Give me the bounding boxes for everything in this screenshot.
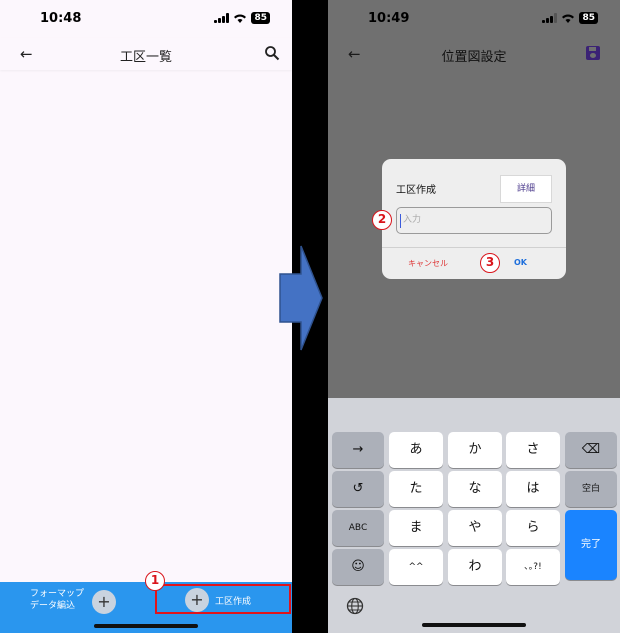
key-ha[interactable]: は [506, 471, 560, 507]
phone-right-screen: 10:49 85 ← 位置図設定 工区作成 詳細 入力 キャンセル OK 2 3… [328, 0, 620, 633]
undo-icon[interactable]: ↺ [332, 471, 384, 507]
status-bar: 10:48 85 [0, 0, 292, 36]
home-indicator [94, 624, 198, 628]
home-indicator [422, 623, 526, 627]
key-na[interactable]: な [448, 471, 502, 507]
key-kana-modifier[interactable]: ^^ [389, 549, 443, 585]
signal-icon [542, 13, 558, 23]
dialog-divider [382, 247, 566, 248]
abc-key[interactable]: ABC [332, 510, 384, 546]
create-area-label: 工区作成 [215, 597, 252, 607]
key-wa[interactable]: わ [448, 549, 502, 585]
transition-arrow-icon [279, 245, 323, 351]
done-key[interactable]: 完了 [565, 510, 617, 580]
save-icon[interactable] [586, 46, 600, 60]
import-data-button[interactable]: フォーマップ データ編込 + [30, 586, 150, 616]
ok-button[interactable]: OK [514, 258, 527, 267]
emoji-icon[interactable]: ☺ [332, 549, 384, 585]
status-time: 10:48 [40, 11, 82, 26]
japanese-keyboard: → あ か さ ⌫ ↺ た な は 空白 ABC ま や ら 完了 ☺ ^^ わ… [328, 398, 620, 633]
create-area-dialog: 工区作成 詳細 入力 キャンセル OK [382, 159, 566, 279]
step-badge-3: 3 [480, 253, 500, 273]
phone-left-screen: 10:48 85 ← 工区一覧 フォーマップ データ編込 + + 工区作成 1 [0, 0, 292, 633]
key-sa[interactable]: さ [506, 432, 560, 468]
plus-icon: + [92, 590, 116, 614]
app-bar: ← 位置図設定 [328, 38, 620, 70]
key-ya[interactable]: や [448, 510, 502, 546]
signal-icon [214, 13, 230, 23]
status-bar: 10:49 85 [328, 0, 620, 36]
key-a[interactable]: あ [389, 432, 443, 468]
key-arrow-right[interactable]: → [332, 432, 384, 468]
detail-button[interactable]: 詳細 [500, 175, 552, 203]
status-icons: 85 [542, 12, 598, 24]
key-punctuation[interactable]: ､｡?! [506, 549, 560, 585]
area-name-input[interactable]: 入力 [396, 207, 552, 234]
create-area-button[interactable]: + 工区作成 [155, 584, 291, 614]
bottom-action-bar: フォーマップ データ編込 + + 工区作成 [0, 582, 292, 633]
battery-icon: 85 [579, 12, 598, 24]
backspace-icon[interactable]: ⌫ [565, 432, 617, 468]
key-ka[interactable]: か [448, 432, 502, 468]
import-data-label: フォーマップ データ編込 [30, 589, 85, 611]
step-badge-1: 1 [145, 571, 165, 591]
status-icons: 85 [214, 12, 270, 24]
dialog-title: 工区作成 [396, 185, 436, 196]
battery-icon: 85 [251, 12, 270, 24]
space-key[interactable]: 空白 [565, 471, 617, 507]
cancel-button[interactable]: キャンセル [408, 258, 448, 269]
status-time: 10:49 [368, 11, 410, 26]
comparison-screenshot: 10:48 85 ← 工区一覧 フォーマップ データ編込 + + 工区作成 1 [0, 0, 620, 633]
wifi-icon [234, 14, 247, 23]
wifi-icon [562, 14, 575, 23]
page-title: 工区一覧 [119, 50, 172, 65]
globe-icon[interactable] [346, 597, 364, 615]
key-ra[interactable]: ら [506, 510, 560, 546]
key-ma[interactable]: ま [389, 510, 443, 546]
plus-icon: + [185, 588, 209, 612]
app-bar: ← 工区一覧 [0, 38, 292, 70]
page-title: 位置図設定 [441, 50, 507, 65]
search-icon[interactable] [264, 45, 280, 61]
step-badge-2: 2 [372, 210, 392, 230]
key-ta[interactable]: た [389, 471, 443, 507]
